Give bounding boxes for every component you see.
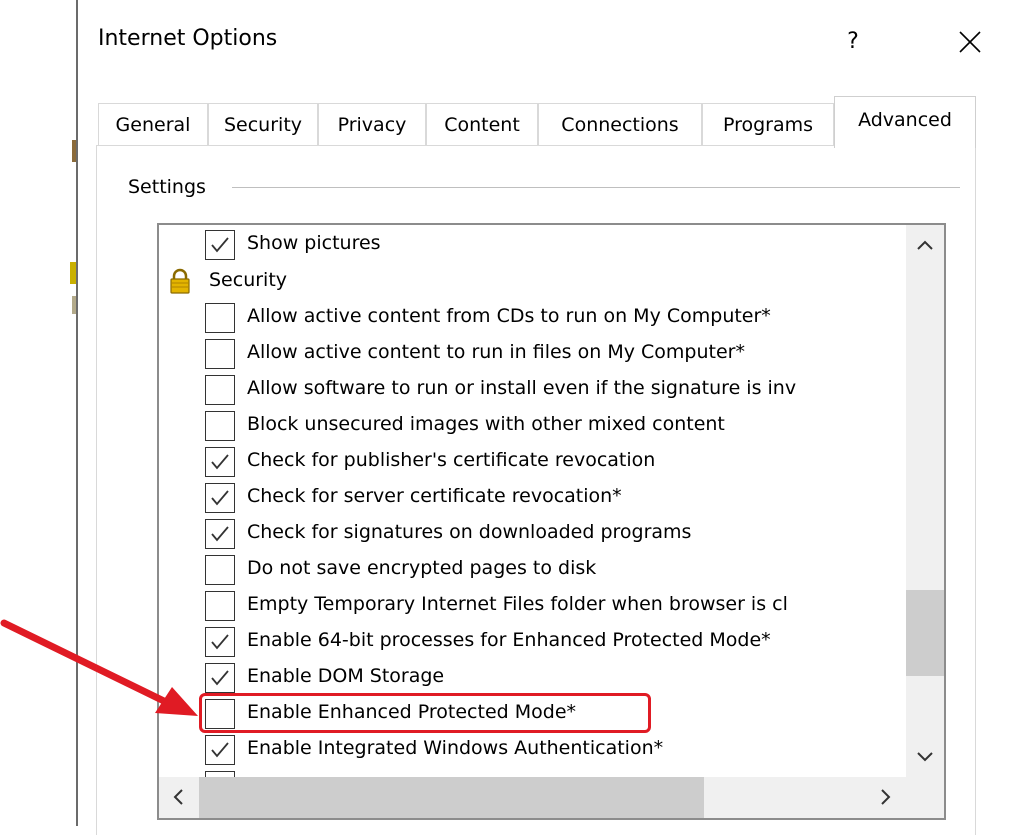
chevron-up-icon — [917, 240, 933, 250]
tab-general[interactable]: General — [98, 103, 208, 145]
background-fragment — [70, 262, 76, 284]
setting-checkbox[interactable] — [205, 483, 235, 513]
setting-label: Do not save encrypted pages to disk — [247, 557, 597, 579]
scroll-up-button[interactable] — [906, 225, 944, 265]
checkmark-icon — [211, 454, 229, 470]
setting-label: Check for publisher's certificate revoca… — [247, 449, 656, 471]
chevron-left-icon — [173, 789, 183, 805]
tab-security[interactable]: Security — [208, 103, 318, 145]
tab-content[interactable]: Content — [426, 103, 538, 145]
setting-item[interactable]: Check for signatures on downloaded progr… — [159, 517, 907, 551]
chevron-right-icon — [881, 789, 891, 805]
setting-item[interactable]: Enable Integrated Windows Authentication… — [159, 733, 907, 767]
vertical-scroll-thumb[interactable] — [906, 590, 944, 676]
setting-checkbox[interactable] — [205, 519, 235, 549]
tab-advanced[interactable]: Advanced — [834, 96, 976, 148]
checkmark-icon — [211, 670, 229, 686]
setting-checkbox[interactable] — [205, 303, 235, 333]
checkmark-icon — [211, 742, 229, 758]
setting-item[interactable]: Check for server certificate revocation* — [159, 481, 907, 515]
setting-label: Check for signatures on downloaded progr… — [247, 521, 692, 543]
vertical-scrollbar[interactable] — [906, 225, 944, 777]
background-fragment — [72, 296, 76, 314]
scroll-left-button[interactable] — [159, 777, 197, 818]
settings-group-label: Settings — [128, 176, 214, 198]
annotation-highlight-box — [199, 693, 651, 733]
setting-checkbox[interactable] — [205, 411, 235, 441]
setting-item[interactable]: Enable 64-bit processes for Enhanced Pro… — [159, 625, 907, 659]
setting-checkbox[interactable] — [205, 375, 235, 405]
scroll-down-button[interactable] — [906, 737, 944, 777]
checkmark-icon — [211, 237, 229, 253]
setting-label: Allow active content from CDs to run on … — [247, 305, 771, 327]
checkmark-icon — [211, 634, 229, 650]
setting-item[interactable]: Allow active content from CDs to run on … — [159, 301, 907, 335]
setting-label: Allow software to run or install even if… — [247, 377, 797, 399]
setting-label: Check for server certificate revocation* — [247, 485, 622, 507]
settings-group-divider — [232, 187, 960, 188]
setting-item[interactable]: Enable DOM Storage — [159, 661, 907, 695]
window-title: Internet Options — [98, 26, 278, 51]
setting-item[interactable]: Block unsecured images with other mixed … — [159, 409, 907, 443]
setting-item[interactable]: Allow software to run or install even if… — [159, 373, 907, 407]
tab-privacy[interactable]: Privacy — [318, 103, 426, 145]
setting-item-partial — [159, 769, 907, 777]
setting-checkbox[interactable] — [205, 555, 235, 585]
setting-label: Empty Temporary Internet Files folder wh… — [247, 593, 788, 615]
setting-label: Block unsecured images with other mixed … — [247, 413, 725, 435]
scroll-right-button[interactable] — [867, 777, 905, 818]
close-icon — [959, 31, 981, 53]
close-button[interactable] — [952, 24, 988, 60]
setting-item[interactable]: Allow active content to run in files on … — [159, 337, 907, 371]
setting-checkbox[interactable] — [205, 735, 235, 765]
settings-section-heading: Security — [159, 265, 907, 299]
setting-item[interactable]: Empty Temporary Internet Files folder wh… — [159, 589, 907, 623]
setting-label: Allow active content to run in files on … — [247, 341, 745, 363]
setting-item[interactable]: Check for publisher's certificate revoca… — [159, 445, 907, 479]
setting-checkbox[interactable] — [205, 447, 235, 477]
annotation-arrow — [0, 619, 198, 716]
setting-label: Enable 64-bit processes for Enhanced Pro… — [247, 629, 771, 651]
horizontal-scroll-thumb[interactable] — [199, 777, 704, 818]
checkmark-icon — [211, 526, 229, 542]
setting-checkbox[interactable] — [205, 339, 235, 369]
lock-icon — [170, 268, 190, 294]
setting-label: Show pictures — [247, 232, 381, 254]
background-fragment — [72, 140, 76, 162]
tab-programs[interactable]: Programs — [702, 103, 834, 145]
tab-connections[interactable]: Connections — [538, 103, 702, 145]
setting-label: Enable Integrated Windows Authentication… — [247, 737, 664, 759]
setting-section-label: Security — [209, 269, 288, 291]
chevron-down-icon — [917, 752, 933, 762]
setting-checkbox[interactable] — [205, 230, 235, 260]
setting-item[interactable]: Do not save encrypted pages to disk — [159, 553, 907, 587]
checkmark-icon — [211, 490, 229, 506]
setting-label: Enable DOM Storage — [247, 665, 445, 687]
setting-item[interactable]: Show pictures — [159, 228, 907, 262]
help-button[interactable]: ? — [838, 24, 868, 60]
